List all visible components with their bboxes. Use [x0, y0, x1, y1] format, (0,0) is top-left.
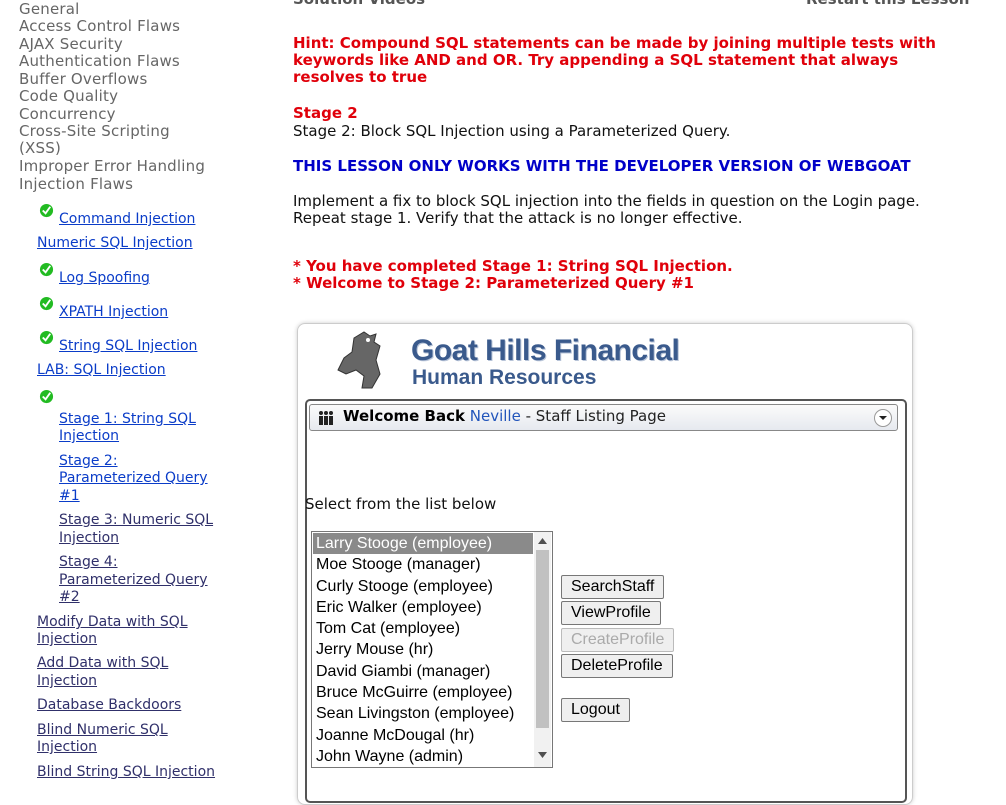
people-icon [319, 411, 333, 425]
lesson-blind-numeric-cont[interactable]: Injection [37, 738, 97, 756]
lesson-add-data-cont[interactable]: Injection [37, 672, 97, 690]
lesson-xpath-injection[interactable]: XPATH Injection [59, 303, 168, 321]
staff-option[interactable]: John Wayne (admin) [313, 746, 533, 767]
staff-options: Larry Stooge (employee) Moe Stooge (mana… [313, 533, 533, 767]
staff-header-bar: Welcome Back Neville - Staff Listing Pag… [309, 404, 898, 431]
staff-option[interactable]: Curly Stooge (employee) [313, 576, 533, 597]
category-general[interactable]: General [19, 1, 80, 18]
staff-option[interactable]: Tom Cat (employee) [313, 618, 533, 639]
stage-4-link[interactable]: Stage 4: [59, 553, 118, 571]
completed-check-icon [39, 203, 54, 218]
category-code-quality[interactable]: Code Quality [19, 88, 118, 105]
lesson-command-injection[interactable]: Command Injection [59, 210, 195, 228]
category-injection-flaws[interactable]: Injection Flaws [19, 176, 133, 193]
developer-version-warning: THIS LESSON ONLY WORKS WITH THE DEVELOPE… [293, 157, 911, 175]
staff-option[interactable]: Joanne McDougal (hr) [313, 725, 533, 746]
category-xss[interactable]: Cross-Site Scripting [19, 123, 170, 140]
staff-option[interactable]: David Giambi (manager) [313, 661, 533, 682]
category-concurrency[interactable]: Concurrency [19, 106, 116, 123]
stage-1-link[interactable]: Stage 1: String SQL [59, 410, 196, 428]
category-ajax-security[interactable]: AJAX Security [19, 36, 123, 53]
staff-listbox[interactable]: Larry Stooge (employee) Moe Stooge (mana… [311, 531, 553, 768]
category-buffer-overflows[interactable]: Buffer Overflows [19, 71, 148, 88]
instruction-line-1: Implement a fix to block SQL injection i… [293, 192, 920, 210]
lesson-blind-string[interactable]: Blind String SQL Injection [37, 763, 215, 781]
instruction-line-2: Repeat stage 1. Verify that the attack i… [293, 209, 743, 227]
collapse-chevron-icon[interactable] [873, 408, 893, 428]
delete-profile-button[interactable]: DeleteProfile [561, 654, 673, 678]
completed-check-icon [39, 330, 54, 345]
staff-option[interactable]: Eric Walker (employee) [313, 597, 533, 618]
welcome-label: Welcome Back [343, 407, 465, 425]
welcome-stage-message: * Welcome to Stage 2: Parameterized Quer… [293, 274, 694, 292]
stage-description: Stage 2: Block SQL Injection using a Par… [293, 122, 731, 140]
completed-check-icon [39, 262, 54, 277]
restart-lesson-link[interactable]: Restart this Lesson [806, 0, 969, 8]
lesson-blind-numeric[interactable]: Blind Numeric SQL [37, 721, 168, 739]
view-profile-button[interactable]: ViewProfile [561, 601, 661, 625]
select-list-label: Select from the list below [305, 495, 497, 513]
staff-option[interactable]: Jerry Mouse (hr) [313, 639, 533, 660]
lesson-modify-data-cont[interactable]: Injection [37, 630, 97, 648]
category-access-control[interactable]: Access Control Flaws [19, 18, 180, 35]
lesson-database-backdoors[interactable]: Database Backdoors [37, 696, 181, 714]
stage-2-link[interactable]: Stage 2: [59, 452, 118, 470]
stage-2-link-cont[interactable]: Parameterized Query [59, 469, 208, 487]
listbox-scrollbar[interactable] [534, 532, 551, 767]
stage-4-link-cont[interactable]: Parameterized Query [59, 571, 208, 589]
stage-4-link-num[interactable]: #2 [59, 588, 80, 606]
hint-line: resolves to true [293, 68, 428, 86]
lesson-lab-sql-injection[interactable]: LAB: SQL Injection [37, 361, 166, 379]
company-logo-title: Goat Hills Financial [411, 334, 680, 367]
logout-button[interactable]: Logout [561, 698, 630, 722]
hint-line: Hint: Compound SQL statements can be mad… [293, 34, 936, 52]
create-profile-button[interactable]: CreateProfile [561, 628, 675, 652]
solution-videos-link[interactable]: Solution Videos [293, 0, 425, 8]
user-name: Neville [469, 407, 521, 425]
category-error-handling[interactable]: Improper Error Handling [19, 158, 205, 175]
lesson-string-sql-injection[interactable]: String SQL Injection [59, 337, 197, 355]
lesson-add-data[interactable]: Add Data with SQL [37, 654, 168, 672]
scrollbar-thumb[interactable] [536, 550, 549, 728]
scroll-down-arrow-icon[interactable] [538, 752, 547, 758]
goat-logo-icon [337, 331, 381, 389]
hint-line: keywords like AND and OR. Try appending … [293, 51, 899, 69]
stage-1-link-cont[interactable]: Injection [59, 427, 119, 445]
search-staff-button[interactable]: SearchStaff [561, 575, 665, 599]
staff-option[interactable]: Moe Stooge (manager) [313, 554, 533, 575]
category-authentication[interactable]: Authentication Flaws [19, 53, 180, 70]
company-logo-subtitle: Human Resources [412, 366, 597, 389]
staff-option[interactable]: Bruce McGuirre (employee) [313, 682, 533, 703]
page-name: - Staff Listing Page [525, 407, 666, 425]
staff-option[interactable]: Larry Stooge (employee) [313, 533, 533, 555]
category-xss-cont[interactable]: (XSS) [19, 140, 61, 157]
staff-option[interactable]: Sean Livingston (employee) [313, 703, 533, 724]
stage-title: Stage 2 [293, 104, 358, 122]
stage-2-link-num[interactable]: #1 [59, 487, 80, 505]
lesson-log-spoofing[interactable]: Log Spoofing [59, 269, 150, 287]
welcome-line: Welcome Back Neville - Staff Listing Pag… [343, 407, 666, 425]
scroll-up-arrow-icon[interactable] [538, 538, 547, 544]
lesson-modify-data[interactable]: Modify Data with SQL [37, 613, 188, 631]
stage-3-link-cont[interactable]: Injection [59, 529, 119, 547]
completed-check-icon [39, 296, 54, 311]
hint-text: Hint: Compound SQL statements can be mad… [293, 35, 936, 86]
stage-3-link[interactable]: Stage 3: Numeric SQL [59, 511, 213, 529]
completion-message: * You have completed Stage 1: String SQL… [293, 257, 733, 275]
completed-check-icon [39, 389, 54, 404]
lesson-numeric-sql-injection[interactable]: Numeric SQL Injection [37, 234, 193, 252]
